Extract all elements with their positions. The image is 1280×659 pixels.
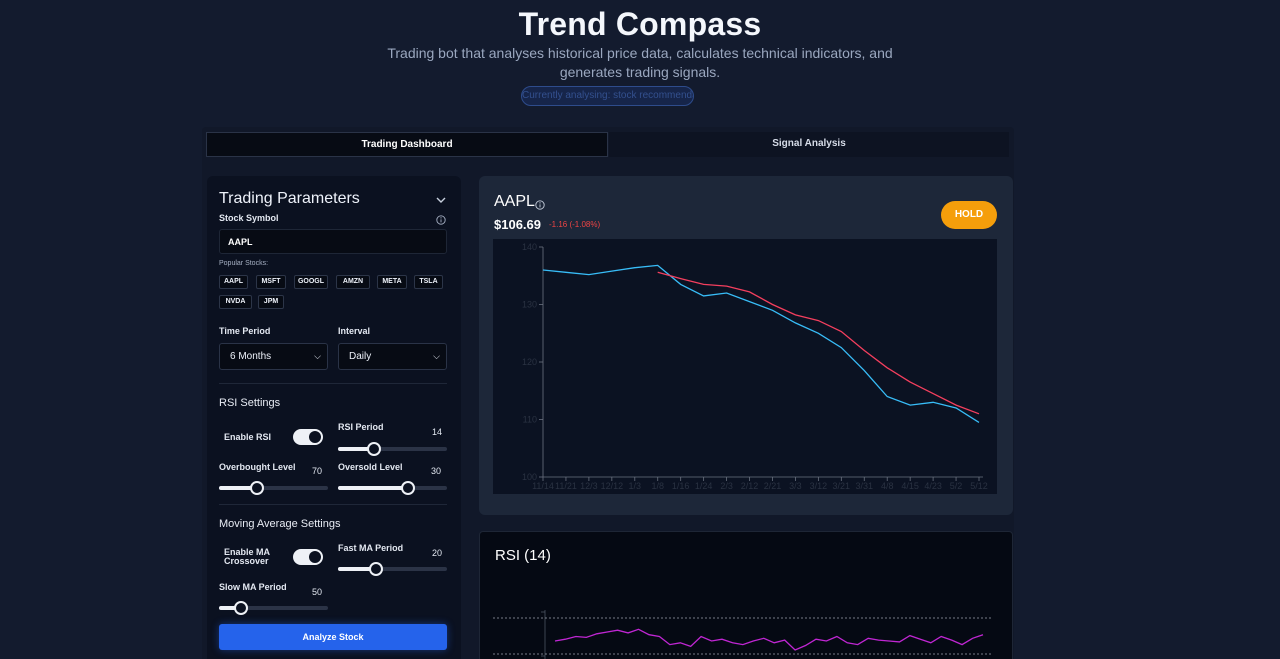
- x-tick-label: 5/2: [950, 481, 963, 491]
- y-tick-label: 120: [522, 357, 537, 367]
- stock-chip-aapl[interactable]: AAPL: [219, 275, 248, 289]
- rsi-title: RSI (14): [495, 547, 551, 564]
- chevron-down-icon: ⌵: [314, 351, 321, 361]
- x-tick-label: 1/16: [672, 481, 690, 491]
- slow-ma-slider[interactable]: [219, 601, 328, 615]
- x-tick-label: 11/14: [532, 481, 554, 491]
- overbought-value: 70: [311, 466, 322, 476]
- enable-ma-toggle[interactable]: [293, 549, 323, 565]
- time-period-label: Time Period: [219, 326, 271, 336]
- price-change: -1.16 (-1.08%): [549, 220, 601, 229]
- signal-badge: HOLD: [941, 201, 997, 229]
- x-tick-label: 11/21: [555, 481, 577, 491]
- interval-label: Interval: [338, 326, 371, 336]
- x-tick-label: 2/21: [764, 481, 782, 491]
- rsi-period-value: 14: [431, 427, 442, 437]
- enable-ma-label: Enable MA Crossover: [224, 547, 270, 566]
- interval-value: Daily: [349, 351, 372, 362]
- divider: [219, 383, 447, 384]
- y-tick-label: 140: [522, 242, 537, 252]
- x-tick-label: 4/8: [881, 481, 894, 491]
- stock-chip-tsla[interactable]: TSLA: [414, 275, 443, 289]
- fast-ma-label: Fast MA Period: [338, 543, 404, 553]
- current-price: $106.69: [494, 217, 541, 232]
- stock-symbol-input[interactable]: AAPL: [219, 229, 447, 254]
- slider-fill: [338, 486, 408, 490]
- slider-thumb[interactable]: [400, 481, 415, 495]
- stock-chip-msft[interactable]: MSFT: [256, 275, 286, 289]
- fast-ma-slider[interactable]: [338, 562, 447, 576]
- fast-ma-value: 20: [431, 548, 442, 558]
- x-tick-label: 3/3: [789, 481, 802, 491]
- toggle-knob: [309, 431, 321, 443]
- y-tick-label: 130: [522, 300, 537, 310]
- x-tick-label: 2/12: [741, 481, 759, 491]
- rsi-line: [554, 628, 984, 651]
- x-tick-label: 12/3: [580, 481, 598, 491]
- enable-rsi-toggle[interactable]: [293, 429, 323, 445]
- info-icon[interactable]: [436, 212, 446, 225]
- slider-thumb[interactable]: [366, 442, 381, 456]
- time-period-value: 6 Months: [230, 351, 272, 362]
- credit-link[interactable]: Currently analysing: stock recommendatio…: [521, 86, 694, 106]
- moving-average-line: [657, 271, 980, 415]
- collapse-chevron-icon[interactable]: [435, 193, 447, 205]
- x-tick-label: 1/3: [629, 481, 642, 491]
- rsi-period-label: RSI Period: [338, 422, 384, 432]
- popular-stocks-label: Popular Stocks:: [219, 260, 269, 267]
- toggle-knob: [309, 551, 321, 563]
- slow-ma-value: 50: [311, 587, 322, 597]
- stock-chip-googl[interactable]: GOOGL: [294, 275, 328, 289]
- slider-thumb[interactable]: [233, 601, 248, 615]
- sidebar-title: Trading Parameters: [219, 190, 360, 207]
- enable-rsi-label: Enable RSI: [224, 432, 272, 442]
- overbought-slider[interactable]: [219, 481, 328, 495]
- rsi-settings-title: RSI Settings: [219, 397, 281, 409]
- stock-symbol-heading: AAPL: [494, 193, 535, 210]
- x-tick-label: 5/12: [970, 481, 988, 491]
- stock-chip-amzn[interactable]: AMZN: [336, 275, 370, 289]
- x-tick-label: 3/31: [855, 481, 873, 491]
- x-tick-label: 4/15: [901, 481, 919, 491]
- time-period-select[interactable]: 6 Months ⌵: [219, 343, 328, 370]
- x-tick-label: 3/21: [833, 481, 851, 491]
- y-tick-label: 110: [523, 415, 537, 425]
- overbought-label: Overbought Level: [219, 462, 296, 472]
- x-tick-label: 1/8: [651, 481, 664, 491]
- tab-signal-analysis[interactable]: Signal Analysis: [609, 132, 1009, 157]
- x-tick-label: 3/12: [810, 481, 828, 491]
- chevron-down-icon: ⌵: [433, 351, 440, 361]
- divider: [219, 504, 447, 505]
- price-chart: 10011012013014011/14 11/21 12/3 12/12 1/3 1/8…: [493, 239, 997, 494]
- x-tick-label: 2/3: [720, 481, 733, 491]
- oversold-slider[interactable]: [338, 481, 447, 495]
- rsi-period-slider[interactable]: [338, 442, 447, 456]
- stock-chip-meta[interactable]: META: [377, 275, 407, 289]
- app-subtitle: Trading bot that analyses historical pri…: [387, 45, 893, 80]
- price-line: [542, 264, 980, 423]
- oversold-value: 30: [430, 466, 441, 476]
- interval-select[interactable]: Daily ⌵: [338, 343, 447, 370]
- info-icon[interactable]: [535, 197, 545, 210]
- stock-chip-jpm[interactable]: JPM: [258, 295, 284, 309]
- x-tick-label: 4/23: [924, 481, 942, 491]
- stock-symbol-label: Stock Symbol: [219, 213, 279, 223]
- tab-trading-dashboard[interactable]: Trading Dashboard: [206, 132, 608, 157]
- stock-chip-nvda[interactable]: NVDA: [219, 295, 252, 309]
- slow-ma-label: Slow MA Period: [219, 582, 287, 592]
- rsi-chart: [493, 610, 993, 659]
- ma-settings-title: Moving Average Settings: [219, 518, 341, 530]
- x-tick-label: 12/12: [601, 481, 624, 491]
- analyze-stock-button[interactable]: Analyze Stock: [219, 624, 447, 650]
- app-title: Trend Compass: [518, 6, 762, 42]
- oversold-label: Oversold Level: [338, 462, 403, 472]
- x-tick-label: 1/24: [695, 481, 713, 491]
